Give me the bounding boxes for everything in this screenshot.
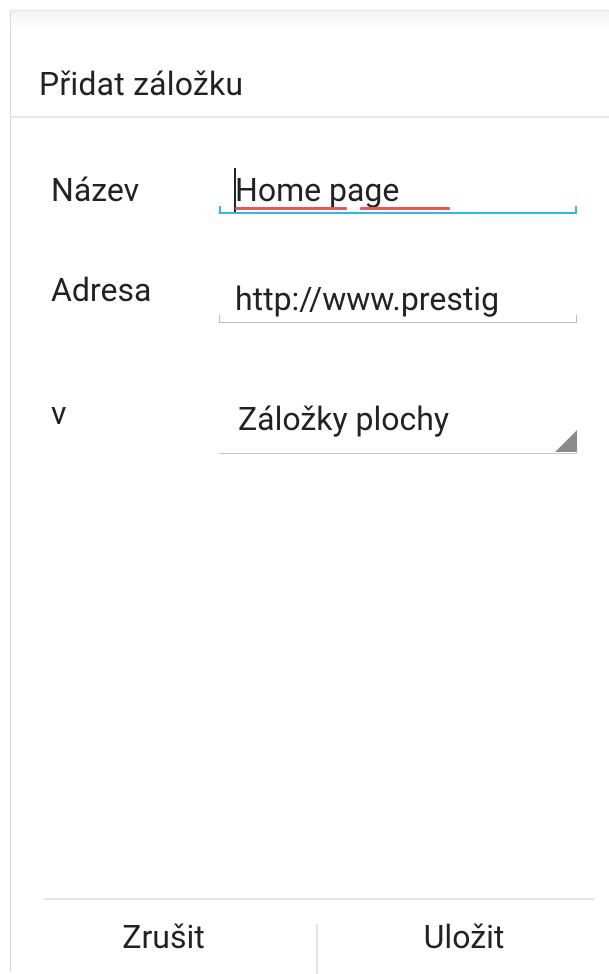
cancel-button[interactable]: Zrušit xyxy=(11,901,316,973)
name-field[interactable] xyxy=(219,168,577,214)
address-field[interactable] xyxy=(219,277,577,323)
address-label: Adresa xyxy=(51,271,152,309)
triangle-down-right-icon xyxy=(555,430,577,452)
name-field-underline xyxy=(219,206,577,214)
folder-spinner-underline xyxy=(219,452,577,454)
folder-label: v xyxy=(51,394,67,432)
address-field-underline xyxy=(219,315,577,323)
dialog-title: Přidat záložku xyxy=(39,65,244,103)
folder-spinner-value: Záložky plochy xyxy=(238,400,450,438)
folder-spinner[interactable]: Záložky plochy xyxy=(219,396,577,454)
dialog-top-band xyxy=(11,11,609,29)
add-bookmark-dialog: Přidat záložku Název Adresa v Záložky pl… xyxy=(10,10,609,974)
button-bar-divider xyxy=(44,898,595,900)
name-label: Název xyxy=(51,171,140,209)
title-divider xyxy=(11,116,609,118)
save-button[interactable]: Uložit xyxy=(318,901,609,973)
